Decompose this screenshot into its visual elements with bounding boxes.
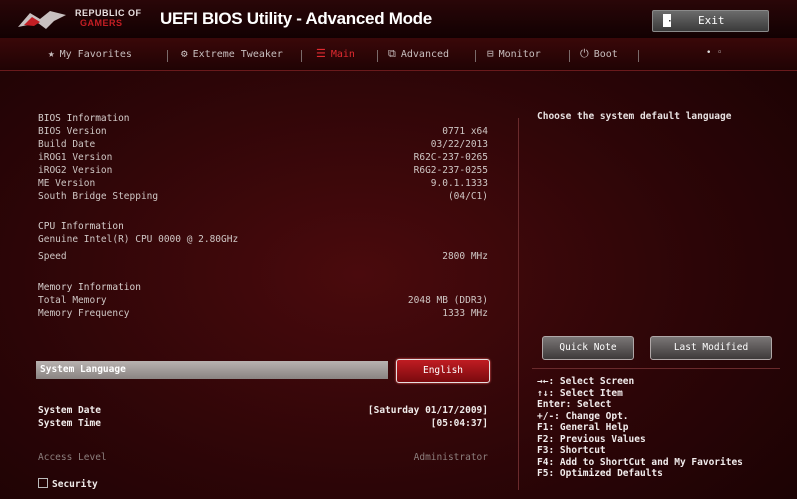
- security-menu-item[interactable]: Security: [38, 478, 98, 490]
- memory-frequency-row: Memory Frequency 1333 MHz: [38, 308, 488, 319]
- key-help-item: F2: Previous Values: [537, 433, 646, 445]
- key-help-item: F1: General Help: [537, 422, 629, 433]
- last-modified-button[interactable]: Last Modified: [650, 336, 772, 360]
- info-row: South Bridge Stepping (04/C1): [38, 191, 488, 202]
- panel-divider: [518, 118, 519, 490]
- tab-extreme-tweaker[interactable]: ⚙ Extreme Tweaker: [181, 47, 283, 60]
- tab-separator: [301, 50, 302, 62]
- cpu-info-heading: CPU Information: [38, 221, 124, 232]
- cpu-speed-row: Speed 2800 MHz: [38, 251, 488, 262]
- brand-top: REPUBLIC OF: [75, 8, 142, 18]
- title-bar: REPUBLIC OF GAMERS UEFI BIOS Utility - A…: [0, 0, 797, 39]
- tab-advanced[interactable]: ⧉ Advanced: [388, 47, 449, 61]
- key-help-item: +/-: Change Opt.: [537, 410, 629, 422]
- key-help-list: →←: Select Screen ↑↓: Select Item Enter:…: [537, 376, 743, 480]
- app-title: UEFI BIOS Utility - Advanced Mode: [160, 9, 432, 28]
- info-row: ME Version 9.0.1.1333: [38, 178, 488, 189]
- star-icon: ★: [48, 47, 55, 60]
- system-language-label: System Language: [40, 364, 126, 375]
- system-time-row[interactable]: System Time [05:04:37]: [38, 418, 488, 429]
- exit-button[interactable]: Exit: [652, 10, 769, 32]
- memory-info-heading: Memory Information: [38, 282, 141, 293]
- cpu-model: Genuine Intel(R) CPU 0000 @ 2.80GHz: [38, 234, 239, 245]
- access-level-row: Access Level Administrator: [38, 452, 488, 463]
- bios-info-heading: BIOS Information: [38, 113, 130, 124]
- bios-screen: REPUBLIC OF GAMERS UEFI BIOS Utility - A…: [0, 0, 797, 499]
- tab-separator: [475, 50, 476, 62]
- tab-separator: [377, 50, 378, 62]
- tab-monitor[interactable]: ⊟ Monitor: [487, 47, 541, 60]
- info-row: iROG1 Version R62C-237-0265: [38, 152, 488, 163]
- key-help-item: →←: Select Screen: [537, 376, 635, 387]
- system-language-row[interactable]: System Language: [36, 361, 388, 379]
- brand-bottom: GAMERS: [80, 18, 123, 28]
- tab-separator: [167, 50, 168, 62]
- page-indicator[interactable]: • ◦: [706, 48, 722, 58]
- key-help-item: ↑↓: Select Item: [537, 387, 623, 399]
- tweaker-icon: ⚙: [181, 47, 188, 60]
- info-row: iROG2 Version R6G2-237-0255: [38, 165, 488, 176]
- tab-my-favorites[interactable]: ★ My Favorites: [48, 47, 132, 60]
- tab-separator: [638, 50, 639, 62]
- key-help-item: F4: Add to ShortCut and My Favorites: [537, 456, 743, 468]
- info-row: Build Date 03/22/2013: [38, 139, 488, 150]
- quick-note-button[interactable]: Quick Note: [542, 336, 634, 360]
- list-icon: ☰: [316, 47, 326, 60]
- submenu-arrow-icon: [38, 478, 48, 488]
- key-help-item: F5: Optimized Defaults: [537, 468, 663, 479]
- help-description: Choose the system default language: [537, 111, 732, 122]
- key-help-item: F3: Shortcut: [537, 445, 606, 456]
- tab-separator: [569, 50, 570, 62]
- total-memory-row: Total Memory 2048 MB (DDR3): [38, 295, 488, 306]
- tab-main[interactable]: ☰ Main: [316, 47, 355, 60]
- info-row: BIOS Version 0771 x64: [38, 126, 488, 137]
- power-icon: ⏻: [580, 47, 589, 60]
- monitor-icon: ⊟: [487, 47, 494, 60]
- system-date-row[interactable]: System Date [Saturday 01/17/2009]: [38, 405, 488, 416]
- tab-boot[interactable]: ⏻ Boot: [580, 47, 618, 61]
- tab-bar: ★ My Favorites ⚙ Extreme Tweaker ☰ Main ⧉ Ad…: [0, 38, 797, 71]
- advanced-icon: ⧉: [388, 47, 396, 60]
- exit-label: Exit: [698, 14, 725, 27]
- key-help-item: Enter: Select: [537, 399, 612, 410]
- rog-logo-icon: [18, 11, 66, 29]
- exit-door-icon: [663, 14, 671, 27]
- help-divider: [532, 368, 780, 369]
- system-language-select[interactable]: English: [396, 359, 490, 383]
